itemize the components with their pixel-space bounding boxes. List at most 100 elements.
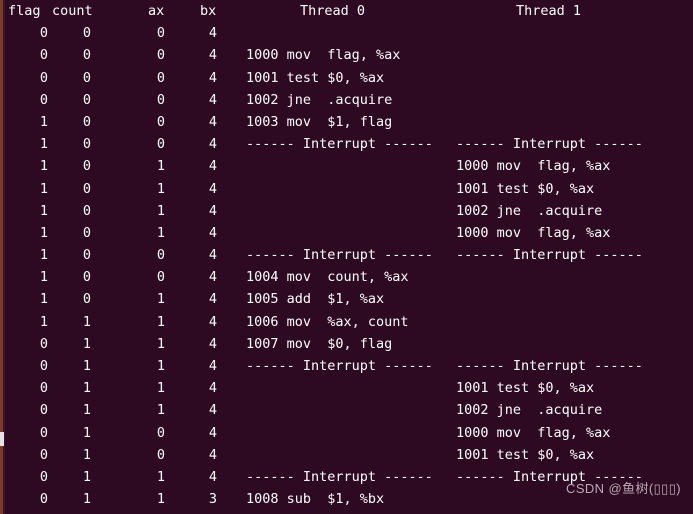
cell-flag: 1: [39, 224, 49, 241]
cell-bx: 4: [208, 113, 218, 130]
cell-bx: 4: [208, 69, 218, 86]
cell-ax: 0: [156, 113, 166, 130]
cell-count: 1: [66, 510, 108, 514]
cell-bx: 4: [208, 158, 218, 175]
cell-thread1: 1000 mov flag, %ax: [456, 424, 611, 441]
cell-flag: 0: [39, 468, 49, 485]
cell-thread1: 1001 test $0, %ax: [456, 380, 595, 397]
cell-thread0: 1005 add $1, %ax: [246, 291, 385, 308]
cell-bx: 4: [208, 47, 218, 64]
cell-thread0: ------ Interrupt ------: [246, 247, 433, 264]
cell-flag: 0: [39, 25, 49, 42]
cell-ax: 0: [156, 446, 166, 463]
cell-count: 0: [82, 25, 92, 42]
cell-bx: 4: [208, 380, 218, 397]
cell-ax: 0: [156, 247, 166, 264]
cell-thread1: 1001 test $0, %ax: [456, 446, 595, 463]
cell-thread0: 1009 test $0, %bx: [246, 510, 384, 514]
cell-count: 0: [82, 113, 92, 130]
cell-bx: 4: [208, 358, 218, 374]
cell-bx: 3: [208, 491, 218, 508]
cell-flag: 0: [39, 358, 49, 374]
cell-thread0: 1006 mov %ax, count: [246, 313, 409, 330]
cell-thread1: 1000 mov flag, %ax: [456, 224, 611, 241]
cell-ax: 1: [156, 291, 166, 308]
cell-flag: 0: [39, 69, 49, 86]
cell-ax: 1: [156, 202, 166, 219]
cell-count: 0: [82, 224, 92, 241]
cell-thread0: 1000 mov flag, %ax: [246, 47, 401, 64]
cell-flag: 0: [39, 402, 49, 419]
cell-flag: 0: [39, 446, 49, 463]
cell-flag: 1: [39, 158, 49, 175]
cell-flag: 1: [39, 180, 49, 197]
cell-bx: 4: [208, 202, 218, 219]
cell-bx: 4: [208, 291, 218, 308]
cell-flag: 0: [24, 510, 64, 514]
cell-ax: 1: [156, 468, 166, 485]
cell-ax: 1: [156, 335, 166, 352]
cell-thread1: 1000 mov flag, %ax: [456, 158, 611, 175]
cell-flag: 0: [39, 491, 49, 508]
table-row: 1 0 0 4 1003 mov $1, flag: [0, 111, 693, 133]
cell-ax: 1: [156, 224, 166, 241]
cell-count: 0: [82, 291, 92, 308]
cell-count: 1: [82, 491, 92, 508]
cell-flag: 1: [39, 136, 49, 153]
cell-flag: 0: [39, 335, 49, 352]
table-row: 01131009 test $0, %bx: [0, 510, 693, 514]
cell-count: 0: [82, 47, 92, 64]
cell-thread0: 1003 mov $1, flag: [246, 113, 393, 130]
table-row: 0 1 1 4 1007 mov $0, flag: [0, 333, 693, 355]
cell-ax: 1: [140, 510, 182, 514]
table-row: 0 0 0 4 1000 mov flag, %ax: [0, 44, 693, 66]
cell-thread0: ------ Interrupt ------: [246, 136, 433, 153]
cell-ax: 0: [156, 69, 166, 86]
cell-bx: 4: [208, 424, 218, 441]
cell-count: 0: [82, 180, 92, 197]
cell-count: 0: [82, 136, 92, 153]
cell-thread1: ------ Interrupt ------: [456, 247, 643, 264]
cell-ax: 0: [156, 91, 166, 108]
table-row: 0 1 1 4 ------ Interrupt ------ ------ Interr…: [0, 355, 693, 377]
header-flag: flag: [8, 3, 41, 19]
cell-flag: 0: [39, 424, 49, 441]
cell-count: 0: [82, 158, 92, 175]
cell-bx: 4: [208, 25, 218, 42]
cell-bx: 4: [208, 468, 218, 485]
cell-flag: 1: [39, 247, 49, 264]
cell-count: 1: [82, 424, 92, 441]
table-row: 1 0 1 4 1002 jne .acquire: [0, 200, 693, 222]
cell-ax: 0: [156, 47, 166, 64]
cell-bx: 4: [208, 446, 218, 463]
header-ax: ax: [148, 3, 165, 19]
table-row: 0 1 1 4 1001 test $0, %ax: [0, 377, 693, 399]
cell-thread1: ------ Interrupt ------: [456, 136, 643, 153]
table-row: 0 0 0 4 1001 test $0, %ax: [0, 67, 693, 89]
cell-thread1: 1001 test $0, %ax: [456, 180, 595, 197]
table-row: 1 0 0 4 ------ Interrupt ------ ------ Interr…: [0, 133, 693, 155]
cell-ax: 0: [156, 424, 166, 441]
cell-bx: 4: [208, 335, 218, 352]
cell-thread0: 1008 sub $1, %bx: [246, 491, 385, 508]
cell-count: 1: [82, 402, 92, 419]
table-row: 0 1 0 4 1000 mov flag, %ax: [0, 422, 693, 444]
cell-bx: 4: [208, 313, 218, 330]
table-row: 1 1 1 4 1006 mov %ax, count: [0, 311, 693, 333]
table-row: 0 1 1 4 1002 jne .acquire: [0, 399, 693, 421]
table-row: 1 0 0 4 1004 mov count, %ax: [0, 266, 693, 288]
cell-count: 1: [82, 335, 92, 352]
cell-ax: 1: [156, 313, 166, 330]
cell-bx: 4: [208, 180, 218, 197]
table-row: 0 1 0 4 1001 test $0, %ax: [0, 444, 693, 466]
cell-count: 0: [82, 69, 92, 86]
table-row: 1 0 1 4 1001 test $0, %ax: [0, 178, 693, 200]
cell-thread1: 1002 jne .acquire: [456, 402, 603, 419]
cell-thread0: 1002 jne .acquire: [246, 91, 393, 108]
cell-thread0: ------ Interrupt ------: [246, 358, 433, 374]
cell-count: 1: [82, 468, 92, 485]
cell-count: 0: [82, 269, 92, 286]
header-thread1: Thread 1: [516, 3, 582, 19]
cell-flag: 1: [39, 202, 49, 219]
cell-bx: 4: [208, 91, 218, 108]
